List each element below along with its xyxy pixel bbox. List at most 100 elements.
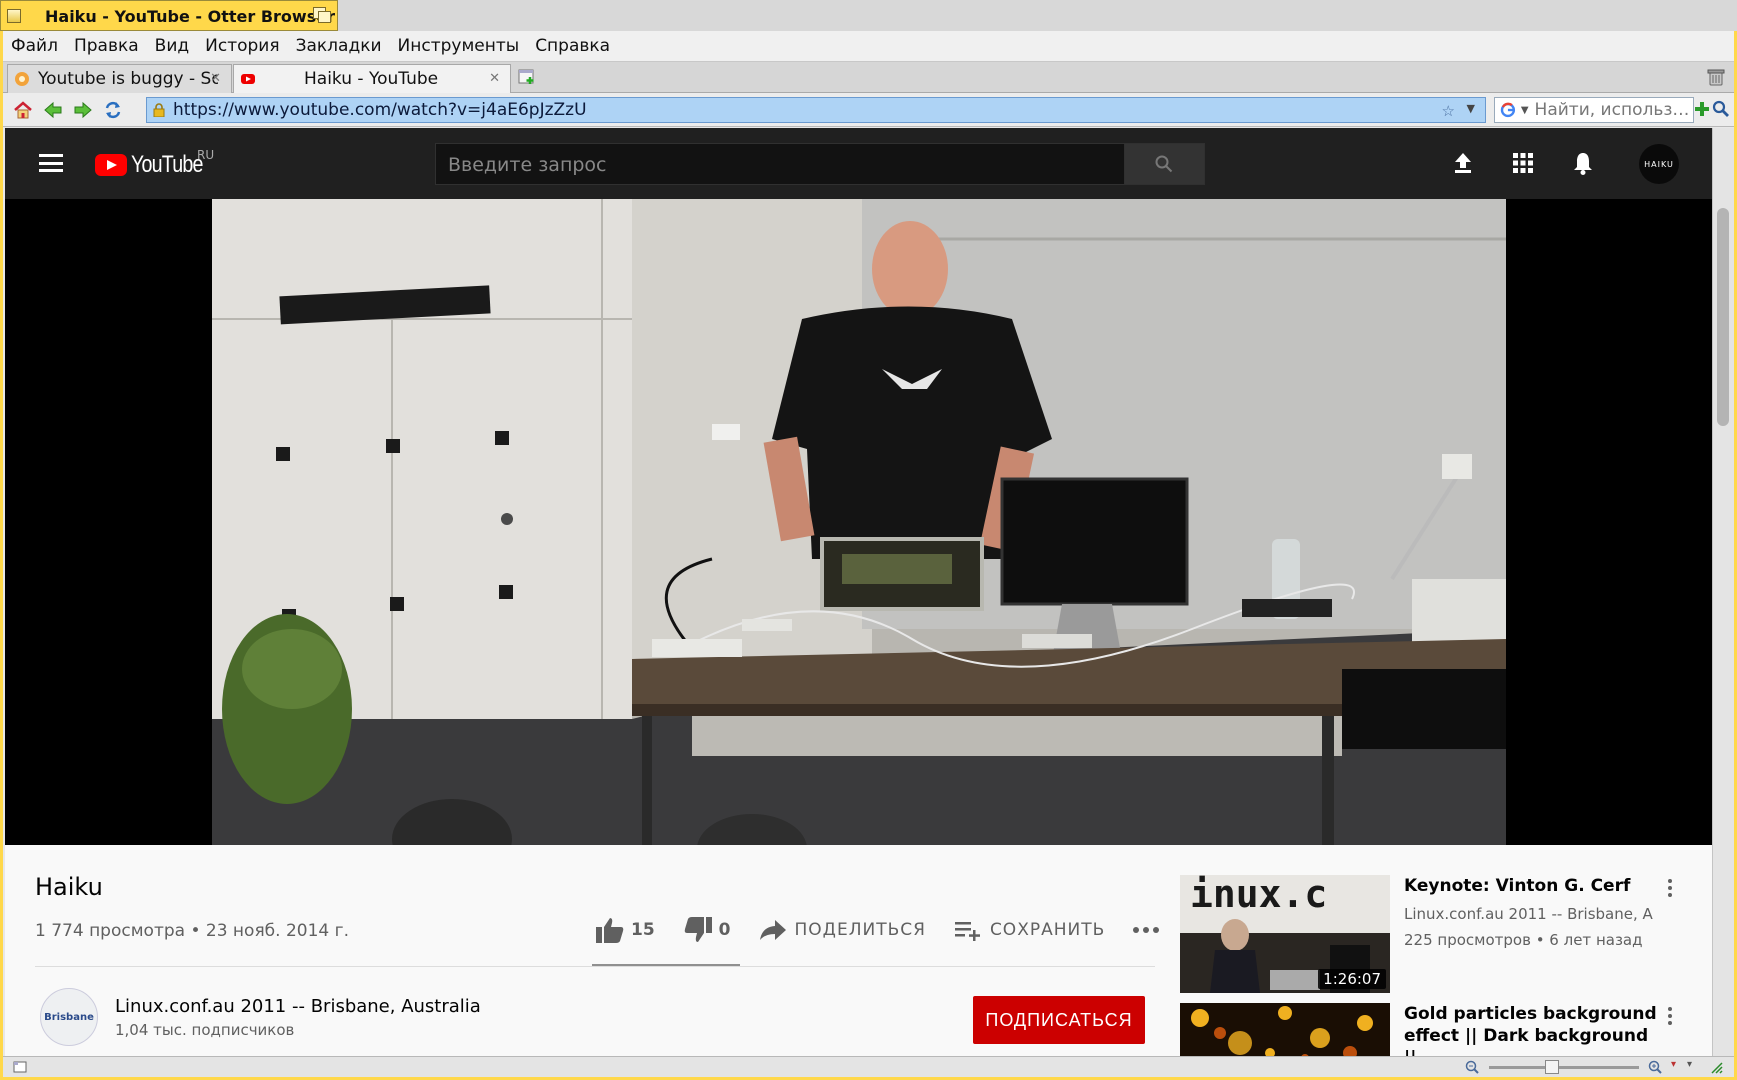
- recommendation-item[interactable]: inux.c 1:26:07 Keynote: Vinton G. Cerf L…: [1180, 875, 1700, 995]
- menu-file[interactable]: Файл: [11, 36, 58, 56]
- channel-name[interactable]: Linux.conf.au 2011 -- Brisbane, Australi…: [115, 996, 481, 1017]
- video-actions: 15 0 ПОДЕЛИТЬСЯ СОХРАНИТЬ: [595, 910, 1187, 950]
- forward-icon[interactable]: [73, 100, 93, 120]
- channel-avatar[interactable]: Brisbane: [40, 988, 98, 1046]
- dislike-button[interactable]: 0: [683, 916, 731, 944]
- tab-youtube-is-buggy[interactable]: Youtube is buggy - So… ✕: [7, 64, 232, 93]
- channel-subscribers: 1,04 тыс. подписчиков: [115, 1021, 295, 1039]
- window-zoom-button[interactable]: [313, 7, 331, 23]
- add-to-playlist-icon: [954, 922, 980, 941]
- tab-haiku-youtube[interactable]: Haiku - YouTube ✕: [233, 64, 511, 93]
- window-title: Haiku - YouTube - Otter Browser: [45, 7, 335, 26]
- more-horizontal-icon: [1133, 927, 1160, 933]
- zoom-slider-knob[interactable]: [1545, 1060, 1559, 1074]
- menu-edit[interactable]: Правка: [74, 36, 139, 56]
- address-bar[interactable]: https://www.youtube.com/watch?v=j4aE6pJz…: [146, 97, 1486, 123]
- menubar: Файл Правка Вид История Закладки Инструм…: [3, 31, 1734, 62]
- tab-close-icon[interactable]: ✕: [210, 71, 221, 86]
- menu-help[interactable]: Справка: [535, 36, 610, 56]
- like-count: 15: [631, 920, 655, 940]
- home-icon[interactable]: [13, 100, 33, 120]
- status-bar: ▾ ▾: [3, 1056, 1734, 1077]
- gold-particles-thumbnail-image: [1180, 1003, 1390, 1056]
- upload-icon[interactable]: [1450, 150, 1476, 176]
- back-icon[interactable]: [43, 100, 63, 120]
- thumbnail-text: inux.c: [1190, 875, 1327, 916]
- menu-bookmarks[interactable]: Закладки: [296, 36, 382, 56]
- recommendation-item[interactable]: Gold particles background effect || Dark…: [1180, 1003, 1700, 1056]
- dislike-count: 0: [718, 920, 731, 940]
- video-player[interactable]: [5, 199, 1712, 845]
- youtube-search-placeholder: Введите запрос: [448, 154, 607, 176]
- search-engine-dropdown-icon[interactable]: ▼: [1521, 105, 1529, 116]
- youtube-search-button[interactable]: [1124, 144, 1204, 184]
- notifications-bell-icon[interactable]: [1570, 150, 1596, 176]
- add-search-engine-icon[interactable]: [1693, 100, 1711, 118]
- video-scene-image: [212, 199, 1506, 845]
- menu-tools[interactable]: Инструменты: [398, 36, 520, 56]
- recommendation-title[interactable]: Gold particles background effect || Dark…: [1404, 1003, 1664, 1056]
- tab-close-icon[interactable]: ✕: [489, 71, 500, 86]
- url-history-dropdown-icon[interactable]: ▼: [1467, 102, 1475, 115]
- recommendation-meta: 225 просмотров • 6 лет назад: [1404, 931, 1643, 949]
- more-vertical-icon[interactable]: [1668, 879, 1674, 899]
- tab-label: Haiku - YouTube: [304, 69, 439, 89]
- share-label: ПОДЕЛИТЬСЯ: [794, 920, 926, 940]
- youtube-play-icon: [95, 154, 127, 176]
- divider: [35, 966, 1155, 967]
- recommendation-thumbnail[interactable]: [1180, 1003, 1390, 1056]
- scrollbar-thumb[interactable]: [1717, 208, 1729, 426]
- navigation-toolbar: https://www.youtube.com/watch?v=j4aE6pJz…: [3, 93, 1734, 127]
- recommendation-channel[interactable]: Linux.conf.au 2011 -- Brisbane, Au…: [1404, 905, 1654, 923]
- new-tab-icon[interactable]: [518, 68, 536, 86]
- video-duration: 1:26:07: [1318, 969, 1386, 989]
- web-search-field[interactable]: ▼ Найти, использ…: [1494, 97, 1694, 123]
- page-scrollbar[interactable]: [1712, 128, 1734, 1056]
- youtube-search-field[interactable]: Введите запрос: [435, 143, 1205, 185]
- video-title: Haiku: [35, 873, 103, 901]
- youtube-header: YouTube RU Введите запрос HAIKU: [5, 128, 1712, 199]
- tab-bar: Youtube is buggy - So… ✕ Haiku - YouTube…: [3, 62, 1734, 93]
- save-button[interactable]: СОХРАНИТЬ: [954, 918, 1105, 942]
- more-actions-button[interactable]: [1133, 926, 1160, 934]
- recommendation-thumbnail[interactable]: inux.c 1:26:07: [1180, 875, 1390, 993]
- recommendation-title[interactable]: Keynote: Vinton G. Cerf: [1404, 875, 1654, 897]
- like-button[interactable]: 15: [595, 916, 655, 944]
- video-views-date: 1 774 просмотра • 23 нояб. 2014 г.: [35, 921, 349, 941]
- status-dropdown-icon[interactable]: ▾: [1687, 1059, 1692, 1070]
- zoom-in-icon[interactable]: [1648, 1060, 1662, 1074]
- page-info-icon[interactable]: [13, 1061, 27, 1073]
- resize-grip-icon[interactable]: [1709, 1060, 1723, 1074]
- bookmark-star-icon[interactable]: ☆: [1442, 102, 1455, 120]
- search-placeholder: Найти, использ…: [1534, 100, 1690, 120]
- closed-tabs-trash-icon[interactable]: [1706, 67, 1726, 87]
- lock-icon: [153, 103, 165, 117]
- reload-icon[interactable]: [103, 100, 123, 120]
- stackoverflow-favicon-icon: [15, 72, 29, 86]
- web-page: YouTube RU Введите запрос HAIKU Haiku 1 …: [5, 128, 1712, 1056]
- search-icon: [1155, 155, 1173, 173]
- google-icon[interactable]: [1500, 102, 1516, 118]
- window-close-button[interactable]: [7, 9, 21, 23]
- save-label: СОХРАНИТЬ: [989, 920, 1106, 940]
- youtube-favicon-icon: [241, 74, 255, 84]
- account-avatar[interactable]: HAIKU: [1639, 144, 1679, 184]
- zoom-dropdown-icon[interactable]: ▾: [1671, 1059, 1676, 1070]
- like-ratio-bar: [592, 964, 740, 966]
- zoom-out-icon[interactable]: [1465, 1060, 1479, 1074]
- menu-hamburger-icon[interactable]: [39, 154, 63, 172]
- menu-view[interactable]: Вид: [155, 36, 189, 56]
- video-frame-image: [212, 199, 1506, 845]
- zoom-slider-track[interactable]: [1489, 1066, 1639, 1069]
- window-title-tab[interactable]: Haiku - YouTube - Otter Browser: [0, 0, 338, 31]
- region-label: RU: [197, 148, 215, 162]
- youtube-logo-text: YouTube: [131, 151, 203, 178]
- more-vertical-icon[interactable]: [1668, 1007, 1674, 1027]
- search-icon[interactable]: [1712, 100, 1730, 118]
- subscribe-button[interactable]: ПОДПИСАТЬСЯ: [973, 996, 1145, 1044]
- share-button[interactable]: ПОДЕЛИТЬСЯ: [759, 918, 926, 942]
- url-text: https://www.youtube.com/watch?v=j4aE6pJz…: [173, 100, 587, 120]
- thumbs-up-icon: [596, 918, 624, 943]
- menu-history[interactable]: История: [205, 36, 279, 56]
- apps-grid-icon[interactable]: [1510, 150, 1536, 176]
